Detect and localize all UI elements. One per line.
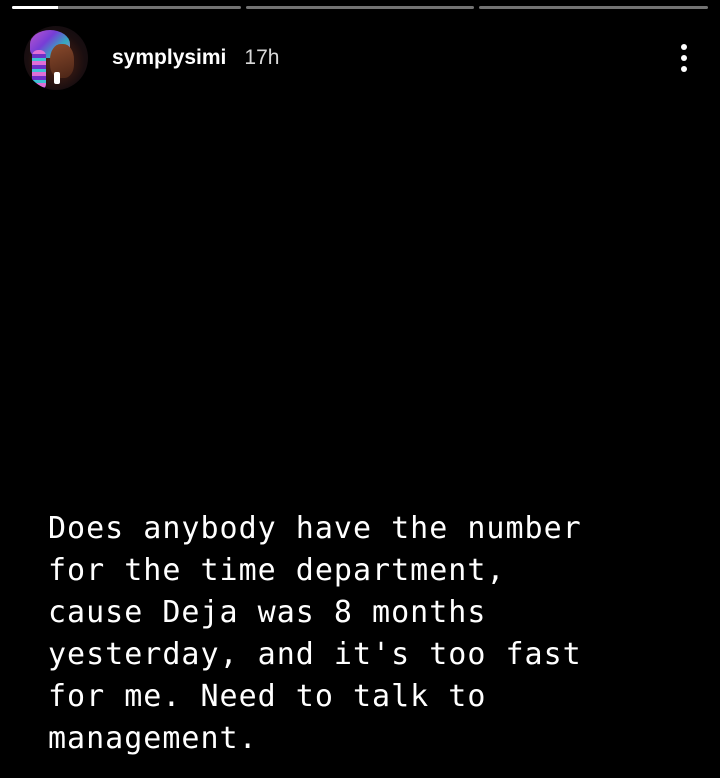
story-progress-segment xyxy=(479,6,709,9)
more-vertical-icon xyxy=(681,66,687,72)
caption-line: cause Deja was 8 months xyxy=(48,595,487,630)
caption-line: Does anybody have the number xyxy=(48,511,582,546)
avatar-earring xyxy=(54,72,60,84)
story-progress-bar xyxy=(12,6,709,9)
story-progress-segment xyxy=(245,6,475,9)
caption-line: for me. Need to talk to xyxy=(48,679,487,714)
story-timestamp: 17h xyxy=(244,46,280,69)
more-vertical-icon xyxy=(681,44,687,50)
story-progress-segment xyxy=(12,6,241,9)
story-caption: Does anybody have the number for the tim… xyxy=(48,508,708,760)
caption-line: for the time department, xyxy=(48,553,506,588)
username[interactable]: symplysimi xyxy=(112,46,226,70)
story-header: symplysimi 17h xyxy=(24,26,696,90)
avatar-braid xyxy=(32,50,46,90)
caption-line: yesterday, and it's too fast xyxy=(48,637,582,672)
story-progress-fill xyxy=(12,6,58,9)
more-options-button[interactable] xyxy=(672,38,696,78)
more-vertical-icon xyxy=(681,55,687,61)
caption-line: management. xyxy=(48,721,258,756)
profile-avatar[interactable] xyxy=(24,26,88,90)
